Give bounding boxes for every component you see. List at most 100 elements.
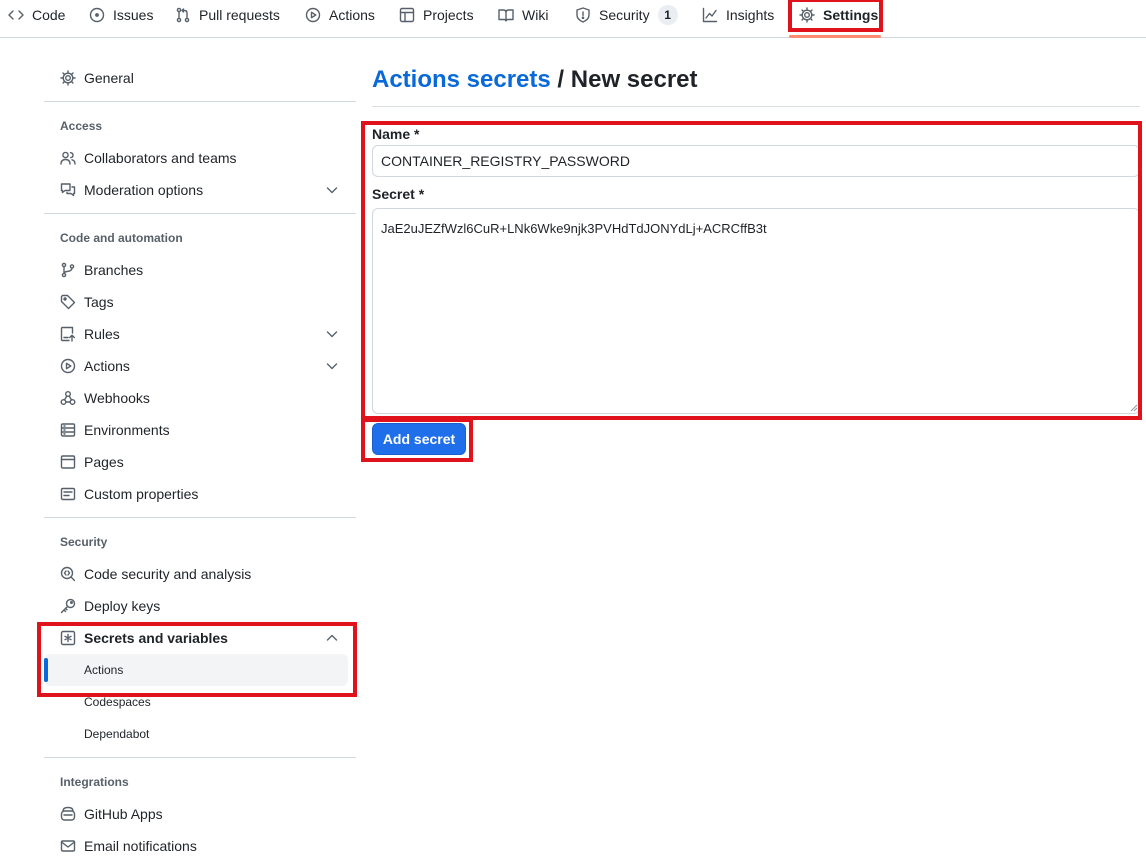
tab-settings[interactable]: Settings — [799, 0, 878, 29]
tab-actions[interactable]: Actions — [305, 0, 375, 29]
sidebar-item-email-notifications[interactable]: Email notifications — [44, 830, 356, 861]
note-icon — [60, 487, 76, 501]
sidebar-subitem-actions[interactable]: Actions — [44, 654, 348, 686]
page-title: Actions secrets / New secret — [372, 66, 698, 94]
tag-icon — [60, 294, 76, 310]
tab-security[interactable]: Security 1 — [575, 0, 678, 29]
secret-field-label: Secret * — [372, 186, 425, 202]
sidebar-item-label: Tags — [84, 294, 114, 310]
chevron-down-icon — [326, 331, 338, 338]
secret-value-textarea[interactable]: JaE2uJEZfWzl6CuR+LNk6Wke9njk3PVHdTdJONYd… — [372, 208, 1140, 414]
sidebar-item-tags[interactable]: Tags — [44, 286, 356, 318]
sidebar-item-webhooks[interactable]: Webhooks — [44, 382, 356, 414]
sidebar-item-label: Pages — [84, 454, 124, 470]
table-icon — [399, 7, 415, 22]
mail-icon — [60, 840, 76, 852]
codescan-icon — [60, 566, 76, 582]
code-icon — [8, 9, 24, 20]
chevron-down-icon — [326, 363, 338, 370]
page-title-text: New secret — [570, 66, 698, 93]
key-icon — [60, 598, 76, 614]
tab-label: Settings — [823, 6, 879, 23]
sidebar-item-code-security[interactable]: Code security and analysis — [44, 558, 356, 590]
sidebar-item-label: Actions — [84, 663, 124, 677]
sidebar-item-custom-properties[interactable]: Custom properties — [44, 478, 356, 510]
tab-code[interactable]: Code — [8, 0, 65, 29]
repo-push-icon — [60, 326, 75, 342]
gear-icon — [60, 70, 76, 86]
add-secret-button[interactable]: Add secret — [372, 423, 466, 455]
name-field-label: Name * — [372, 126, 420, 142]
tab-wiki[interactable]: Wiki — [498, 0, 548, 29]
play-icon — [305, 7, 321, 22]
sidebar-subitem-codespaces[interactable]: Codespaces — [44, 686, 348, 718]
sidebar-item-branches[interactable]: Branches — [44, 254, 356, 286]
tab-label: Security — [599, 6, 650, 23]
sidebar-item-actions[interactable]: Actions — [44, 350, 356, 382]
sidebar-item-general[interactable]: General — [44, 62, 356, 94]
sidebar-subitem-dependabot[interactable]: Dependabot — [44, 718, 348, 750]
asterisk-icon — [60, 630, 76, 646]
sidebar-item-label: Codespaces — [84, 695, 151, 709]
browser-icon — [60, 455, 76, 469]
resize-handle-icon[interactable] — [1130, 404, 1138, 412]
issue-opened-icon — [89, 7, 105, 22]
sidebar-divider — [44, 101, 356, 102]
sidebar-item-label: Rules — [84, 326, 120, 342]
server-icon — [60, 423, 76, 437]
sidebar-item-label: Dependabot — [84, 727, 150, 741]
sidebar-item-label: Collaborators and teams — [84, 150, 237, 166]
security-counter-badge: 1 — [657, 4, 678, 25]
tab-issues[interactable]: Issues — [89, 0, 153, 29]
sidebar-item-label: Webhooks — [84, 390, 150, 406]
sidebar-item-label: Custom properties — [84, 486, 199, 502]
graph-icon — [702, 7, 718, 22]
sidebar-item-secrets-and-variables[interactable]: Secrets and variables — [44, 622, 356, 654]
repo-nav: Code Issues Pull requests Actions Projec… — [0, 0, 1146, 38]
gear-icon — [799, 6, 815, 23]
tab-label: Projects — [423, 6, 474, 23]
secret-name-input[interactable] — [372, 145, 1140, 177]
hubot-icon — [60, 806, 76, 821]
play-icon — [60, 358, 76, 374]
sidebar-item-label: Email notifications — [84, 838, 197, 854]
tab-label: Actions — [329, 6, 375, 23]
sidebar-item-environments[interactable]: Environments — [44, 414, 356, 446]
tab-label: Pull requests — [199, 6, 280, 23]
tab-label: Insights — [726, 6, 775, 23]
sidebar-item-label: Code security and analysis — [84, 566, 252, 582]
sidebar-divider — [44, 757, 356, 758]
chevron-up-icon — [326, 634, 338, 641]
sidebar-item-moderation-options[interactable]: Moderation options — [44, 174, 356, 206]
book-icon — [498, 8, 514, 22]
sidebar-item-deploy-keys[interactable]: Deploy keys — [44, 590, 356, 622]
sidebar-divider — [44, 517, 356, 518]
sidebar-item-label: General — [84, 70, 134, 86]
active-item-indicator — [44, 658, 48, 682]
sidebar-item-label: Actions — [84, 358, 130, 374]
sidebar-item-label: Secrets and variables — [84, 630, 228, 646]
shield-icon — [576, 6, 590, 23]
sidebar-divider — [44, 213, 356, 214]
sidebar-item-collaborators[interactable]: Collaborators and teams — [44, 142, 356, 174]
sidebar-heading-access: Access — [60, 119, 103, 133]
tab-label: Issues — [113, 6, 154, 23]
sidebar-item-pages[interactable]: Pages — [44, 446, 356, 478]
webhook-icon — [60, 391, 76, 405]
sidebar-item-label: Environments — [84, 422, 170, 438]
git-branch-icon — [61, 262, 75, 278]
sidebar-item-rules[interactable]: Rules — [44, 318, 356, 350]
sidebar-item-github-apps[interactable]: GitHub Apps — [44, 798, 356, 830]
tab-projects[interactable]: Projects — [399, 0, 474, 29]
breadcrumb-actions-secrets-link[interactable]: Actions secrets — [372, 66, 551, 93]
sidebar-item-label: GitHub Apps — [84, 806, 163, 822]
tab-label: Code — [32, 6, 66, 23]
title-divider — [372, 106, 1140, 107]
sidebar-heading-security: Security — [60, 535, 108, 549]
tab-insights[interactable]: Insights — [702, 0, 774, 29]
sidebar-item-label: Moderation options — [84, 182, 204, 198]
sidebar-heading-integrations: Integrations — [60, 775, 129, 789]
breadcrumb-separator: / — [550, 66, 571, 93]
comment-discussion-icon — [60, 183, 76, 197]
tab-pull-requests[interactable]: Pull requests — [175, 0, 280, 29]
